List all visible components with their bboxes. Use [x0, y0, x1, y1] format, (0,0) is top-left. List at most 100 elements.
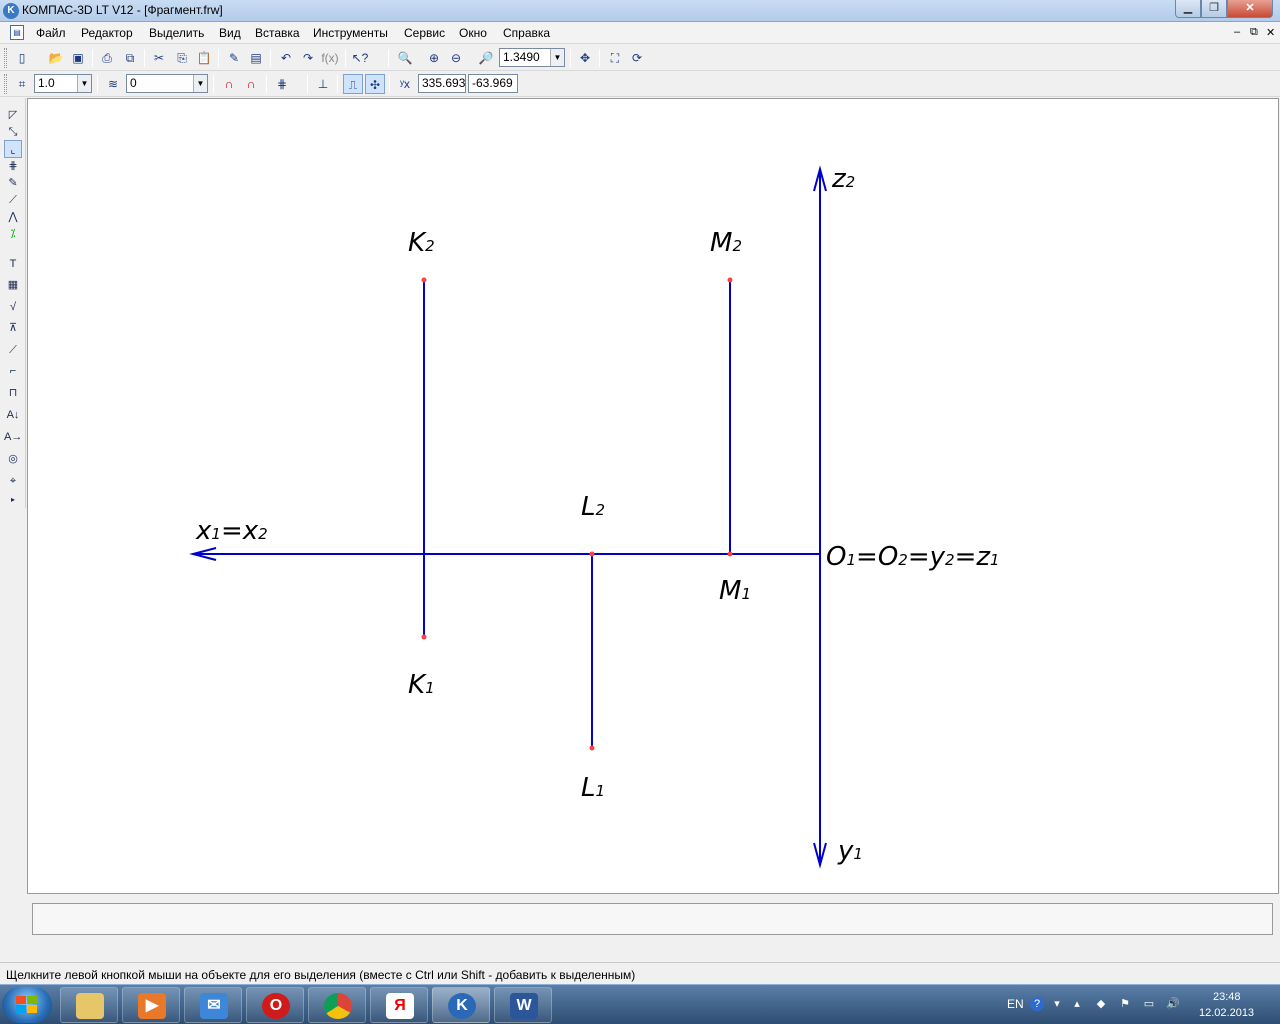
- menu-tools[interactable]: Инструменты: [313, 26, 388, 40]
- measure-icon[interactable]: ⟋: [4, 191, 22, 209]
- kompas-logo-icon[interactable]: K: [3, 3, 19, 19]
- coord-y-field[interactable]: -63.969: [468, 74, 518, 93]
- save-icon[interactable]: ▣: [68, 48, 88, 68]
- mdi-restore-button[interactable]: ⧉: [1250, 26, 1258, 39]
- taskbar-kompas[interactable]: K: [432, 987, 490, 1023]
- taskbar-chrome[interactable]: [308, 987, 366, 1023]
- menu-service[interactable]: Сервис: [404, 26, 445, 40]
- zoom-out-icon[interactable]: ⊖: [446, 48, 466, 68]
- new-document-icon[interactable]: ▯: [12, 48, 32, 68]
- language-indicator[interactable]: EN: [1007, 997, 1024, 1011]
- grid-icon[interactable]: ⋕: [272, 74, 292, 94]
- help-pointer-icon[interactable]: ↖?: [350, 48, 370, 68]
- drawing-canvas[interactable]: z2 K2 M2 L2 x1=x2 O1=O2=y2=z1 M1 K1 L1 y…: [27, 98, 1279, 894]
- print-preview-icon[interactable]: ⎙: [97, 48, 117, 68]
- select-icon[interactable]: ⋀: [4, 208, 22, 226]
- edit-icon[interactable]: ⋕: [4, 157, 22, 175]
- cut-icon[interactable]: ✂: [149, 48, 169, 68]
- expand-icon[interactable]: ▸: [4, 494, 22, 506]
- chevron-down-icon[interactable]: ▼: [193, 75, 207, 92]
- manager-icon[interactable]: ▤: [246, 48, 266, 68]
- toolbar-grip[interactable]: [4, 74, 7, 94]
- coord-x-field[interactable]: 335.693: [418, 74, 466, 93]
- preview-icon[interactable]: ⧉: [120, 48, 140, 68]
- point-l2[interactable]: [589, 551, 595, 557]
- text-icon[interactable]: T: [4, 255, 22, 273]
- view-arrow-icon[interactable]: A→: [4, 428, 22, 446]
- network-icon[interactable]: ▭: [1142, 997, 1156, 1011]
- menu-window[interactable]: Окно: [459, 26, 487, 40]
- table-icon[interactable]: ▦: [4, 276, 22, 294]
- drawing-svg[interactable]: z2 K2 M2 L2 x1=x2 O1=O2=y2=z1 M1 K1 L1 y…: [28, 99, 1278, 893]
- step-combo[interactable]: 1.0 ▼: [34, 74, 92, 93]
- layer-combo[interactable]: 0 ▼: [126, 74, 208, 93]
- undo-icon[interactable]: ↶: [276, 48, 296, 68]
- dimensions-icon[interactable]: ⤡: [4, 123, 22, 141]
- mdi-close-button[interactable]: ✕: [1266, 26, 1275, 39]
- help-icon[interactable]: ?: [1030, 997, 1044, 1011]
- chevron-down-icon[interactable]: ▼: [77, 75, 91, 92]
- show-all-icon[interactable]: ⛶: [605, 48, 625, 68]
- menu-select[interactable]: Выделить: [149, 26, 204, 40]
- snap-magnet-icon[interactable]: ∩: [219, 74, 239, 94]
- menu-view[interactable]: Вид: [219, 26, 241, 40]
- function-icon[interactable]: f(x): [320, 48, 340, 68]
- spec-icon[interactable]: ⁒: [4, 225, 22, 243]
- zoom-scale-icon[interactable]: 🔎: [476, 48, 496, 68]
- zoom-window-icon[interactable]: 🔍: [395, 48, 415, 68]
- menu-editor[interactable]: Редактор: [81, 26, 133, 40]
- start-button[interactable]: [2, 987, 52, 1023]
- document-icon[interactable]: ▤: [10, 25, 24, 40]
- local-cs-icon[interactable]: ⊥: [313, 74, 333, 94]
- action-center-flag-icon[interactable]: ⚑: [1118, 997, 1132, 1011]
- antivirus-icon[interactable]: ◆: [1094, 997, 1108, 1011]
- tolerance-icon[interactable]: ⊓: [4, 384, 22, 402]
- point-l1[interactable]: [589, 745, 595, 751]
- grid-step-icon[interactable]: ⌗: [12, 74, 32, 94]
- geometry-icon[interactable]: ◸: [4, 106, 22, 124]
- base-icon[interactable]: ⊼: [4, 319, 22, 337]
- taskbar-yandex[interactable]: Я: [370, 987, 428, 1023]
- redo-icon[interactable]: ↷: [298, 48, 318, 68]
- position-leader-icon[interactable]: ⌐: [4, 362, 22, 380]
- clock-time[interactable]: 23:48: [1213, 991, 1241, 1003]
- layer-icon[interactable]: ≋: [103, 74, 123, 94]
- wave-line-icon[interactable]: ◎: [4, 450, 22, 468]
- pan-icon[interactable]: ✥: [575, 48, 595, 68]
- show-hidden-icon[interactable]: ▴: [1070, 997, 1084, 1011]
- leader-icon[interactable]: ⟋: [4, 341, 22, 359]
- taskbar-word[interactable]: W: [494, 987, 552, 1023]
- snap-settings-icon[interactable]: ∩: [241, 74, 261, 94]
- cut-line-icon[interactable]: A↓: [4, 406, 22, 424]
- ortho-mode-icon[interactable]: ⎍: [343, 74, 363, 94]
- point-m1[interactable]: [727, 551, 733, 557]
- menu-file[interactable]: Файл: [36, 26, 66, 40]
- taskbar-explorer[interactable]: [60, 987, 118, 1023]
- chevron-down-icon[interactable]: ▾: [1050, 997, 1064, 1011]
- point-k2[interactable]: [421, 277, 427, 283]
- minimize-button[interactable]: ▁: [1175, 0, 1201, 18]
- property-panel[interactable]: [32, 903, 1273, 935]
- axis-icon[interactable]: ⌖: [4, 472, 22, 490]
- point-m2[interactable]: [727, 277, 733, 283]
- taskbar-media-player[interactable]: ▶: [122, 987, 180, 1023]
- close-button[interactable]: ✕: [1227, 0, 1273, 18]
- symbols-icon[interactable]: ⌞: [4, 140, 22, 158]
- parametrization-icon[interactable]: ✎: [4, 174, 22, 192]
- chevron-down-icon[interactable]: ▼: [550, 49, 564, 66]
- menu-help[interactable]: Справка: [503, 26, 550, 40]
- copy-icon[interactable]: ⎘: [172, 48, 192, 68]
- roughness-icon[interactable]: √: [4, 298, 22, 316]
- mdi-minimize-button[interactable]: ‒: [1234, 26, 1240, 38]
- zoom-combo[interactable]: 1.3490 ▼: [499, 48, 565, 67]
- taskbar-mail[interactable]: ✉: [184, 987, 242, 1023]
- properties-icon[interactable]: ✎: [224, 48, 244, 68]
- menu-insert[interactable]: Вставка: [255, 26, 300, 40]
- open-folder-icon[interactable]: 📂: [46, 48, 66, 68]
- volume-icon[interactable]: 🔊: [1166, 997, 1180, 1011]
- zoom-in-icon[interactable]: ⊕: [424, 48, 444, 68]
- paste-icon[interactable]: 📋: [194, 48, 214, 68]
- maximize-button[interactable]: ❐: [1201, 0, 1227, 18]
- coordinates-icon[interactable]: ʸx: [395, 74, 415, 94]
- point-k1[interactable]: [421, 634, 427, 640]
